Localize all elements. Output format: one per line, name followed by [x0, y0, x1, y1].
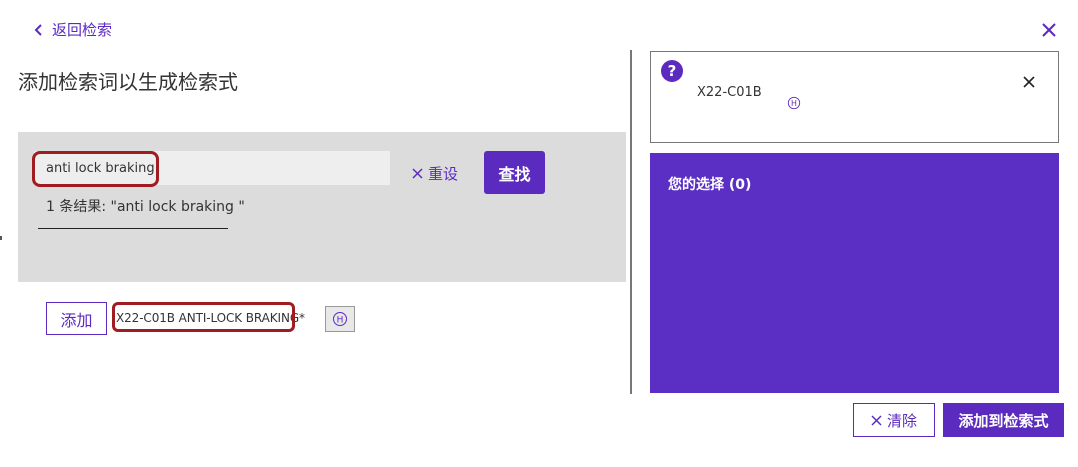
result-underline: [38, 228, 228, 229]
result-code-label: X22-C01B ANTI-LOCK BRAKING*: [116, 311, 305, 325]
info-code: X22-C01B: [697, 85, 762, 100]
back-to-search-label: 返回检索: [52, 21, 113, 39]
close-icon: [871, 414, 882, 426]
panel-divider: [630, 50, 632, 394]
add-button[interactable]: 添加: [46, 302, 107, 335]
chevron-left-icon: [34, 23, 42, 36]
selection-title: 您的选择 (0): [668, 177, 752, 193]
h-icon: H: [333, 312, 347, 326]
reset-label: 重设: [428, 165, 459, 183]
search-input[interactable]: [34, 151, 390, 185]
help-icon[interactable]: ?: [661, 60, 683, 82]
search-area: 重设 查找 1 条结果: "anti lock braking ": [18, 132, 626, 282]
h-icon-button[interactable]: H: [325, 306, 355, 332]
clear-label: 清除: [886, 411, 917, 430]
close-icon: [412, 168, 423, 179]
svg-text:H: H: [337, 316, 344, 326]
svg-text:?: ?: [668, 62, 677, 80]
back-to-search-link[interactable]: 返回检索: [34, 19, 112, 40]
info-box: ? X22-C01B H: [650, 51, 1059, 143]
page-title: 添加检索词以生成检索式: [18, 70, 238, 94]
result-count: 1 条结果: "anti lock braking ": [46, 199, 245, 215]
reset-button[interactable]: 重设: [412, 163, 458, 184]
close-icon[interactable]: [1023, 76, 1035, 88]
clear-button[interactable]: 清除: [853, 403, 935, 437]
edge-marker: [0, 236, 2, 240]
close-icon[interactable]: [1040, 21, 1058, 39]
add-to-query-button[interactable]: 添加到检索式: [943, 403, 1064, 437]
search-button[interactable]: 查找: [484, 151, 545, 194]
svg-text:H: H: [791, 99, 797, 108]
selection-panel: 您的选择 (0): [650, 153, 1059, 393]
h-icon: H: [787, 96, 801, 110]
